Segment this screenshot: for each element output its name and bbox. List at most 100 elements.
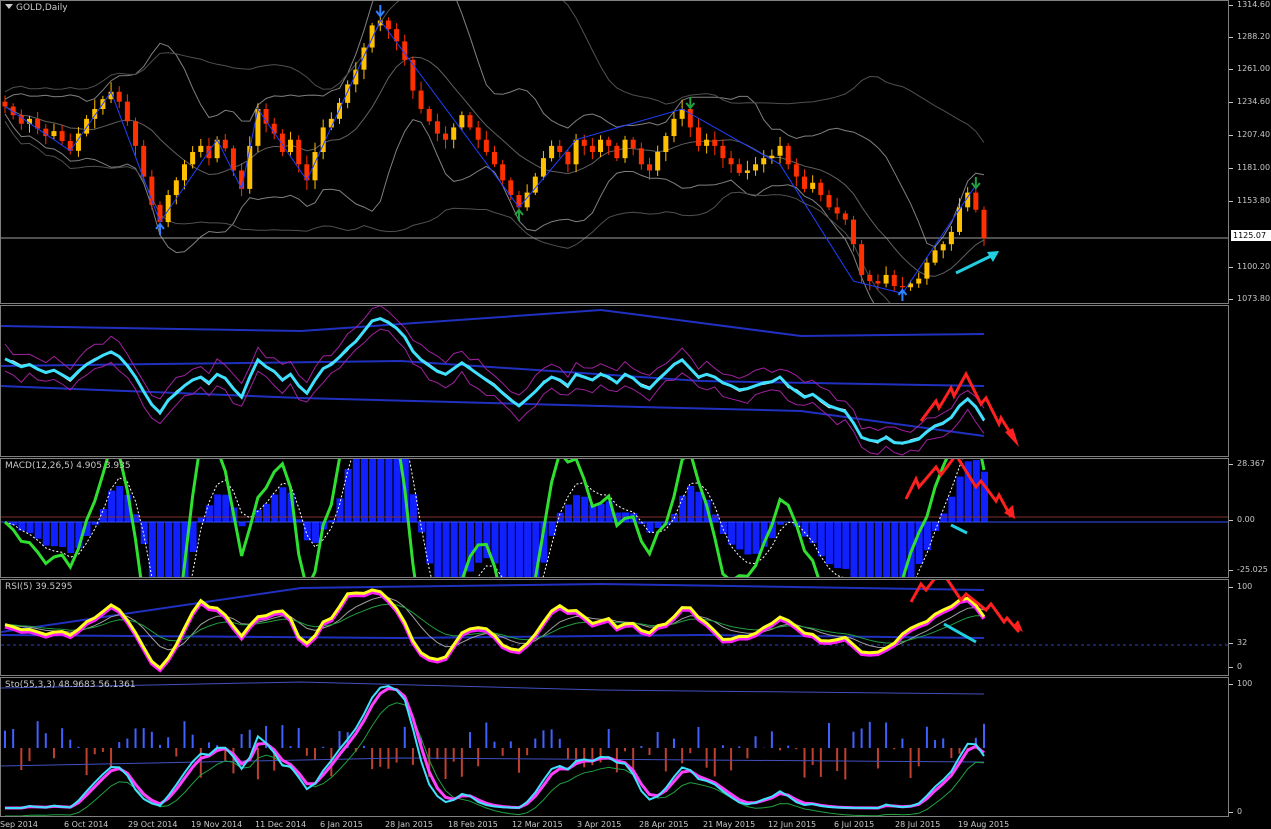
macd-histogram-bar — [475, 522, 482, 563]
candle-body — [818, 183, 823, 195]
macd-pane[interactable]: MACD(12,26,5) 4.905 3.935 — [0, 458, 1229, 578]
band-oscillator-pane[interactable] — [0, 305, 1229, 457]
price-scale-label: 1234.60 — [1237, 97, 1270, 106]
price-pane[interactable]: GOLD,Daily — [0, 0, 1229, 304]
stochastic-histogram-bar — [640, 746, 642, 748]
candle-body — [598, 140, 603, 152]
time-axis-label: 29 Oct 2014 — [128, 820, 177, 829]
stochastic-histogram-bar — [861, 728, 863, 748]
stochastic-histogram-bar — [885, 722, 887, 748]
stochastic-histogram-bar — [175, 748, 177, 756]
stochastic-histogram-bar — [281, 725, 283, 748]
macd-histogram-bar — [345, 469, 352, 522]
stochastic-histogram-bar — [4, 731, 6, 748]
stochastic-scale: 100 0 — [1229, 677, 1271, 817]
rsi-scale: 100 32 0 — [1229, 579, 1271, 676]
macd-histogram-bar — [410, 494, 417, 522]
candle-body — [892, 275, 897, 286]
candle-body — [60, 131, 65, 141]
rsi-scale-label: 0 — [1237, 662, 1242, 671]
stochastic-histogram-bar — [102, 748, 104, 752]
stochastic-histogram-bar — [290, 746, 292, 748]
macd-histogram-bar — [842, 522, 849, 569]
stochastic-label: Sto(55,3,3) 48.9683 56.1361 — [5, 680, 136, 690]
candle-body — [786, 146, 791, 164]
stochastic-histogram-bar — [983, 724, 985, 748]
stochastic-histogram-bar — [363, 746, 365, 748]
macd-histogram-bar — [500, 522, 507, 578]
stochastic-histogram-bar — [20, 748, 22, 770]
stochastic-histogram-bar — [852, 732, 854, 748]
symbol-label: GOLD,Daily — [5, 3, 68, 13]
candle-body — [647, 164, 652, 170]
macd-histogram-bar — [255, 510, 262, 522]
candle-body — [500, 164, 505, 180]
candle-body — [125, 102, 130, 122]
stochastic-histogram-bar — [681, 748, 683, 763]
stochastic-histogram-bar — [118, 742, 120, 748]
candle-body — [982, 210, 987, 238]
time-axis-label: 11 Dec 2014 — [255, 820, 306, 829]
chevron-down-icon[interactable] — [5, 4, 13, 9]
macd-histogram-bar — [826, 522, 833, 564]
stochastic-histogram-bar — [918, 748, 920, 766]
time-axis: Sep 2014 6 Oct 2014 29 Oct 2014 19 Nov 2… — [0, 817, 1229, 827]
stochastic-histogram-bar — [322, 747, 324, 748]
stochastic-histogram-bar — [61, 728, 63, 748]
candle-body — [696, 127, 701, 145]
macd-histogram-bar — [516, 522, 523, 578]
candle-body — [508, 180, 513, 195]
stochastic-histogram-bar — [86, 748, 88, 775]
stochastic-histogram-bar — [746, 748, 748, 758]
candle-body — [843, 213, 848, 219]
macd-histogram-bar — [957, 477, 964, 522]
stochastic-histogram-bar — [151, 732, 153, 748]
stochastic-histogram-bar — [445, 748, 447, 779]
stochastic-histogram-bar — [94, 748, 96, 754]
macd-histogram-bar — [859, 522, 866, 578]
stochastic-histogram-bar — [795, 748, 797, 749]
stochastic-pane[interactable]: Sto(55,3,3) 48.9683 56.1361 — [0, 677, 1229, 817]
stochastic-histogram-bar — [820, 748, 822, 777]
macd-scale: 28.367 0.00 -25.025 — [1229, 458, 1271, 578]
macd-histogram-bar — [394, 459, 401, 522]
candle-body — [435, 121, 440, 133]
macd-scale-label: 28.367 — [1237, 459, 1265, 468]
annotation-arrow-icon — [951, 525, 967, 533]
candle-body — [663, 136, 668, 152]
stochastic-histogram-bar — [844, 748, 846, 779]
macd-histogram-bar — [271, 494, 278, 522]
candle-body — [484, 140, 489, 152]
stochastic-histogram-bar — [526, 748, 528, 755]
macd-histogram-bar — [35, 522, 42, 539]
candle-body — [810, 183, 815, 189]
time-axis-label: 28 Apr 2015 — [639, 820, 688, 829]
stochastic-histogram-bar — [787, 746, 789, 748]
rsi-label: RSI(5) 39.5295 — [5, 582, 72, 592]
macd-histogram-bar — [239, 522, 246, 526]
stochastic-histogram-bar — [200, 748, 202, 778]
stochastic-histogram-bar — [779, 748, 781, 750]
time-axis-label: Sep 2014 — [0, 820, 38, 829]
candle-body — [973, 193, 978, 210]
macd-scale-label: 0.00 — [1237, 515, 1255, 524]
macd-histogram-bar — [443, 522, 450, 578]
macd-histogram-bar — [973, 460, 980, 522]
stochastic-histogram-bar — [477, 748, 479, 766]
candle-body — [835, 207, 840, 213]
stochastic-histogram-bar — [453, 748, 455, 762]
macd-histogram-bar — [565, 505, 572, 522]
candle-body — [117, 92, 122, 102]
macd-histogram-bar — [157, 522, 164, 578]
macd-histogram-bar — [165, 522, 172, 578]
stochastic-histogram-bar — [673, 739, 675, 748]
candle-body — [84, 119, 89, 134]
candle-body — [427, 109, 432, 121]
stochastic-histogram-bar — [926, 727, 928, 748]
rsi-pane[interactable]: RSI(5) 39.5295 — [0, 579, 1229, 676]
stochastic-histogram-bar — [730, 748, 732, 770]
stochastic-histogram-bar — [436, 748, 438, 759]
candle-body — [3, 102, 8, 107]
macd-histogram-bar — [891, 522, 898, 578]
stochastic-histogram-bar — [338, 731, 340, 748]
